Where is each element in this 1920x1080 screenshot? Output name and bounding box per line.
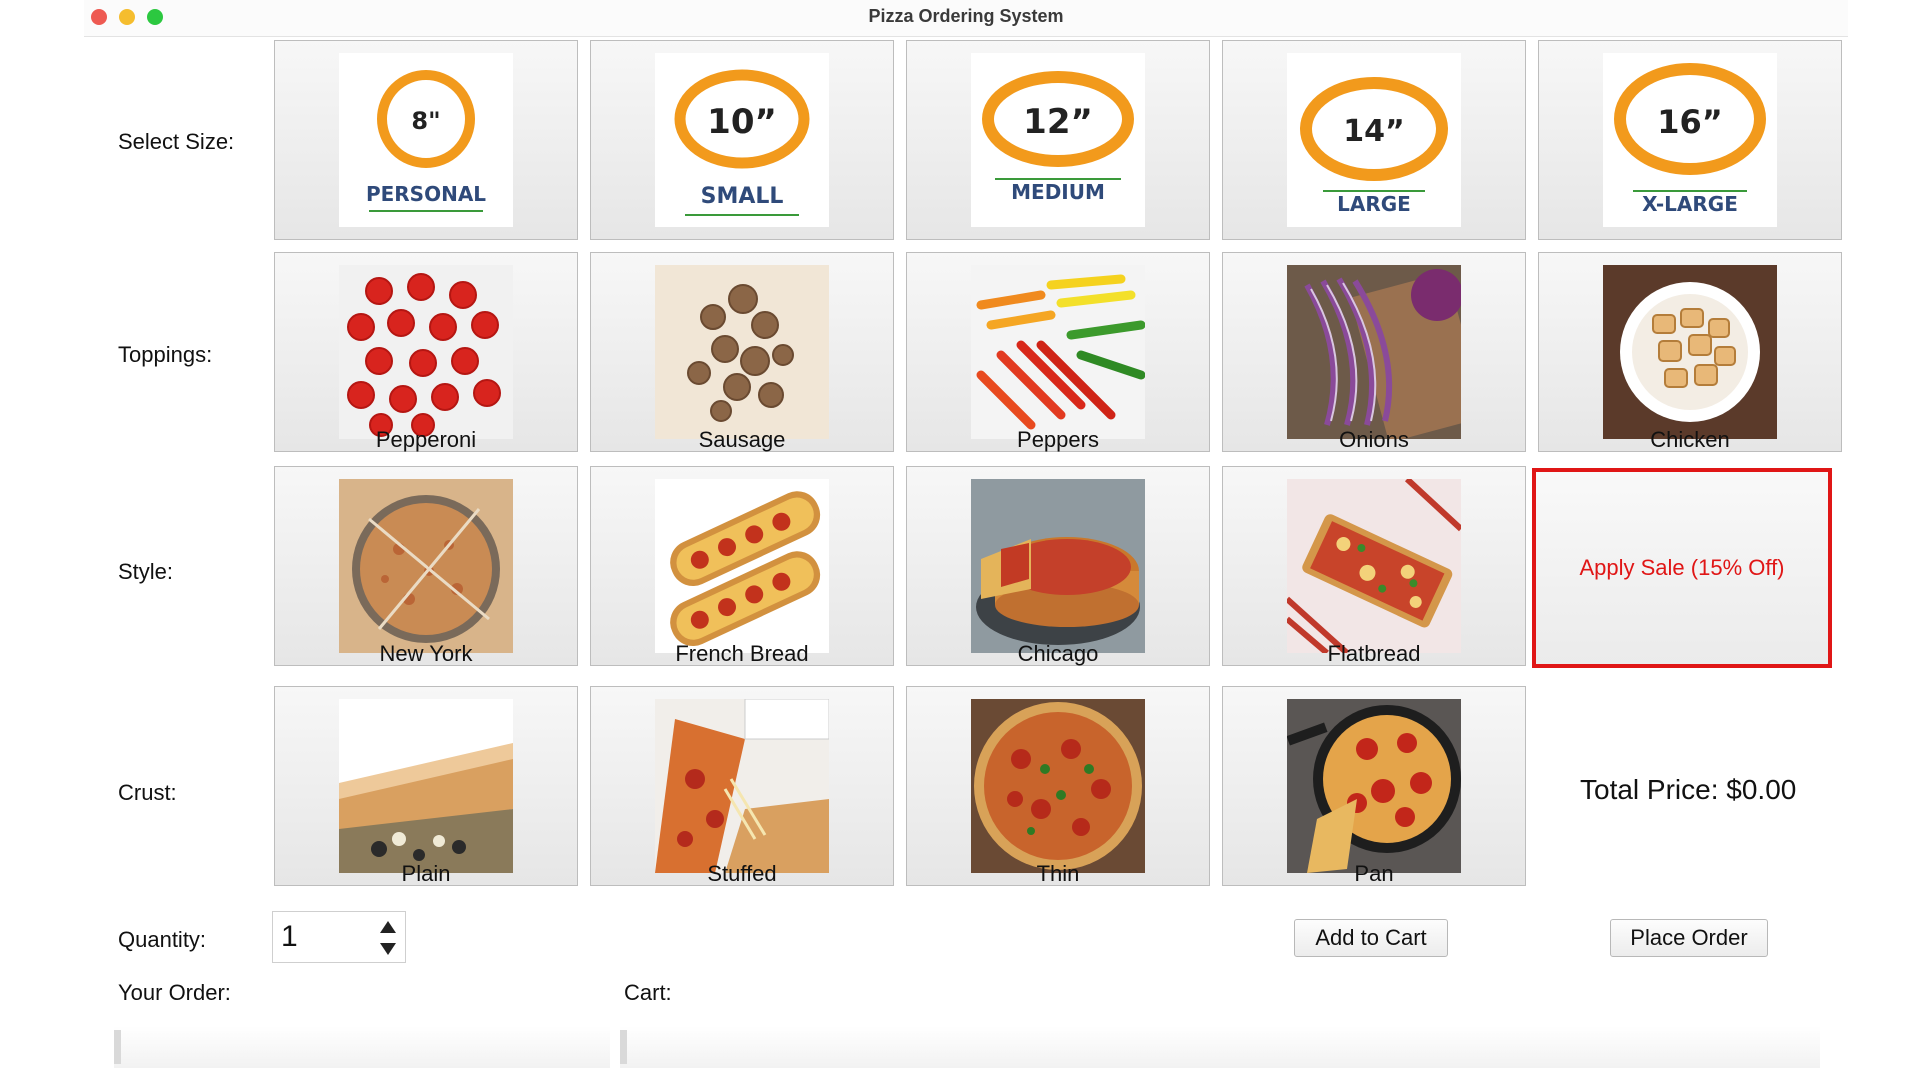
size-medium-name: MEDIUM [1011,180,1105,204]
topping-tile-onions[interactable]: Onions [1222,252,1526,452]
topping-label-pepperoni: Pepperoni [375,427,477,452]
style-tile-chicago[interactable]: Chicago [906,466,1210,666]
style-label-chicago: Chicago [1017,641,1099,666]
cart-scrollbar[interactable] [620,1030,627,1064]
crust-tile-stuffed[interactable]: Stuffed [590,686,894,886]
crust-label-thin: Thin [1036,861,1080,886]
crust-label-plain: Plain [401,861,451,886]
quantity-stepper[interactable]: 1 [272,911,406,963]
size-xlarge-name: X-LARGE [1642,192,1738,216]
app-window: Pizza Ordering System Select Size: Toppi… [84,0,1848,1080]
topping-tile-pepperoni[interactable]: Pepperoni [274,252,578,452]
topping-label-chicken: Chicken [1650,427,1730,452]
select-size-label: Select Size: [118,129,235,154]
size-tile-medium[interactable]: 12” MEDIUM [906,40,1210,240]
style-label: Style: [118,559,174,584]
crust-label: Crust: [118,780,177,805]
size-large-inches: 14” [1343,114,1404,149]
style-tile-flatbread[interactable]: Flatbread [1222,466,1526,666]
crust-tile-plain[interactable]: Plain [274,686,578,886]
crust-tile-pan[interactable]: Pan [1222,686,1526,886]
plain-crust-image [339,699,513,873]
size-xlarge-inches: 16” [1657,103,1723,141]
new-york-pizza-image [339,479,513,653]
size-personal-inches: 8" [411,107,440,135]
quantity-down-arrow-icon[interactable] [375,938,401,960]
place-order-button[interactable]: Place Order [1610,919,1768,957]
toppings-label: Toppings: [118,342,213,367]
size-tile-small[interactable]: 10” SMALL [590,40,894,240]
quantity-label: Quantity: [118,927,207,952]
topping-label-peppers: Peppers [1017,427,1099,452]
window-title: Pizza Ordering System [868,6,1064,26]
add-to-cart-button[interactable]: Add to Cart [1294,919,1448,957]
size-small-logo: 10” SMALL [655,53,829,227]
chicago-pizza-image [971,479,1145,653]
size-tile-personal[interactable]: 8" PERSONAL [274,40,578,240]
size-large-name: LARGE [1337,192,1411,216]
sausage-image [655,265,829,439]
onions-image [1287,265,1461,439]
crust-tile-thin[interactable]: Thin [906,686,1210,886]
apply-sale-button[interactable]: Apply Sale (15% Off) [1532,468,1832,668]
size-xlarge-logo: 16” X-LARGE [1603,53,1777,227]
pepperoni-image [339,265,513,439]
flatbread-pizza-image [1287,479,1461,653]
topping-tile-chicken[interactable]: Chicken [1538,252,1842,452]
topping-label-onions: Onions [1339,427,1409,452]
quantity-up-arrow-icon[interactable] [375,916,401,938]
style-tile-french-bread[interactable]: French Bread [590,466,894,666]
french-bread-pizza-image [655,479,829,653]
style-label-flatbread: Flatbread [1327,641,1421,666]
topping-label-sausage: Sausage [698,427,786,452]
size-tile-xlarge[interactable]: 16” X-LARGE [1538,40,1842,240]
style-label-new-york: New York [379,641,473,666]
chicken-image [1603,265,1777,439]
your-order-label: Your Order: [118,980,231,1005]
size-small-inches: 10” [707,102,777,142]
size-tile-large[interactable]: 14” LARGE [1222,40,1526,240]
size-medium-inches: 12” [1023,102,1093,142]
pan-crust-image [1287,699,1461,873]
stuffed-crust-image [655,699,829,873]
your-order-scrollbar[interactable] [114,1030,121,1064]
cart-label: Cart: [624,980,672,1005]
style-label-french-bread: French Bread [675,641,809,666]
thin-crust-image [971,699,1145,873]
style-tile-new-york[interactable]: New York [274,466,578,666]
size-medium-logo: 12” MEDIUM [971,53,1145,227]
crust-label-pan: Pan [1354,861,1394,886]
size-personal-name: PERSONAL [366,182,486,206]
topping-tile-peppers[interactable]: Peppers [906,252,1210,452]
peppers-image [971,265,1145,439]
cart-list[interactable] [620,1026,1820,1068]
title-bar: Pizza Ordering System [84,0,1848,37]
your-order-list[interactable] [114,1026,610,1068]
size-large-logo: 14” LARGE [1287,53,1461,227]
crust-label-stuffed: Stuffed [707,861,777,886]
topping-tile-sausage[interactable]: Sausage [590,252,894,452]
total-price-label: Total Price: $0.00 [1580,774,1797,805]
size-small-name: SMALL [701,184,784,209]
quantity-value[interactable]: 1 [281,920,298,954]
size-personal-logo: 8" PERSONAL [339,53,513,227]
